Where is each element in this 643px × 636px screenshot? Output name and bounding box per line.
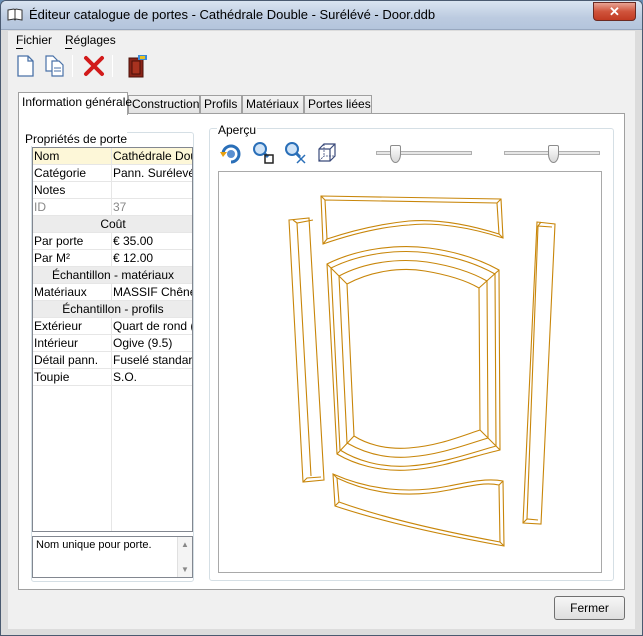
wireframe-box-icon: [318, 143, 336, 162]
door-catalog-editor-window: Éditeur catalogue de portes - Cathédrale…: [0, 0, 643, 636]
menu-settings-mnemonic: [65, 48, 72, 49]
property-grid[interactable]: Nom Cathédrale Double Catégorie Pann. Su…: [32, 147, 193, 532]
rotate-icon: [220, 144, 241, 164]
zoom-extents-button[interactable]: [282, 140, 308, 166]
property-row: ID 37: [33, 199, 192, 216]
copy-button[interactable]: [42, 53, 68, 79]
client-area: Fichier Réglages Information générale Co…: [8, 31, 635, 629]
menu-file[interactable]: Fichier: [16, 33, 52, 47]
delete-icon: [84, 56, 104, 76]
property-row[interactable]: Extérieur Quart de rond (6: [33, 318, 192, 335]
zoom-icon: [253, 142, 274, 164]
grid-gutter: [111, 386, 112, 531]
preview-toolbar: [218, 139, 610, 169]
raised-panel-field: [346, 269, 481, 449]
property-row[interactable]: Nom Cathédrale Double: [33, 148, 192, 165]
delete-button[interactable]: [81, 53, 107, 79]
window-title: Éditeur catalogue de portes - Cathédrale…: [29, 7, 436, 22]
menu-file-mnemonic: [16, 48, 23, 49]
window-close-button[interactable]: ✕: [593, 2, 636, 21]
property-row[interactable]: Toupie S.O.: [33, 369, 192, 386]
tab-profiles[interactable]: Profils: [200, 95, 242, 114]
tab-general-information[interactable]: Information générale: [18, 92, 132, 115]
property-row[interactable]: Détail pann. Fuselé standard (: [33, 352, 192, 369]
property-category-cost: Coût: [33, 216, 192, 233]
slider-1-thumb[interactable]: [389, 145, 401, 163]
tab-construction[interactable]: Construction: [128, 95, 200, 114]
property-row[interactable]: Matériaux MASSIF Chêne: [33, 284, 192, 301]
toolbar: [8, 51, 635, 83]
property-row[interactable]: Par porte € 35.00: [33, 233, 192, 250]
new-document-icon: [17, 55, 34, 77]
copy-document-icon: [45, 55, 64, 77]
book-icon: [7, 8, 23, 21]
menu-bar: Fichier Réglages: [8, 31, 635, 50]
preview-title: Aperçu: [217, 123, 258, 137]
property-row[interactable]: Catégorie Pann. Surélevé: [33, 165, 192, 182]
toolbar-separator: [72, 55, 73, 77]
door-wireframe-preview: [288, 195, 556, 547]
slider-2-thumb[interactable]: [547, 145, 559, 163]
property-row[interactable]: Par M² € 12.00: [33, 250, 192, 267]
property-row[interactable]: Intérieur Ogive (9.5): [33, 335, 192, 352]
properties-title: Propriétés de porte: [25, 132, 128, 146]
preview-slider-2[interactable]: [504, 145, 600, 163]
top-rail: [320, 195, 504, 245]
right-stile: [522, 221, 556, 525]
scroll-up-icon[interactable]: ▲: [181, 540, 189, 549]
scroll-down-icon[interactable]: ▼: [181, 565, 189, 574]
preview-viewport[interactable]: [218, 171, 602, 573]
title-bar[interactable]: Éditeur catalogue de portes - Cathédrale…: [1, 1, 642, 30]
close-icon: ✕: [609, 4, 620, 19]
preview-slider-1[interactable]: [376, 145, 472, 163]
property-row[interactable]: Notes: [33, 182, 192, 199]
toolbar-separator: [112, 55, 113, 77]
zoom-button[interactable]: [250, 140, 276, 166]
left-stile: [288, 217, 325, 483]
property-category-materials: Échantillon - matériaux: [33, 267, 192, 284]
tab-linked-doors[interactable]: Portes liées: [304, 95, 372, 114]
zoom-extents-icon: [285, 142, 306, 164]
menu-settings[interactable]: Réglages: [65, 33, 116, 47]
rotate-button[interactable]: [218, 140, 244, 166]
new-button[interactable]: [12, 53, 38, 79]
tab-materials[interactable]: Matériaux: [242, 95, 304, 114]
wireframe-button[interactable]: [314, 140, 340, 166]
property-description: Nom unique pour porte. ▲ ▼: [32, 536, 193, 578]
door-button[interactable]: [124, 53, 150, 79]
close-button[interactable]: Fermer: [554, 596, 625, 620]
property-category-profiles: Échantillon - profils: [33, 301, 192, 318]
door-icon: [128, 55, 147, 78]
description-scrollbar[interactable]: ▲ ▼: [177, 537, 192, 577]
